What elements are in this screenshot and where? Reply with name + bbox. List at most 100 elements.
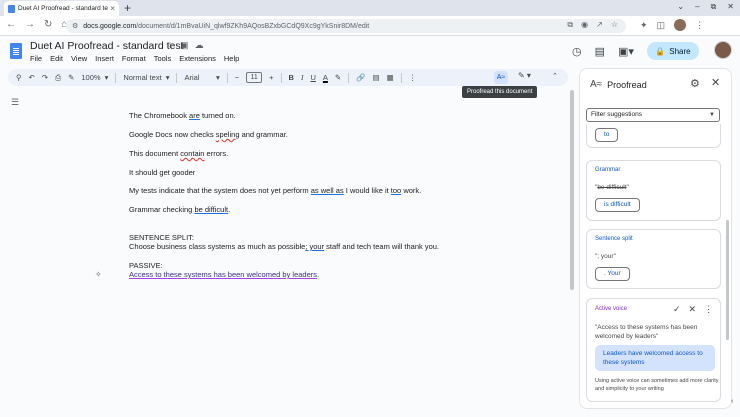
increase-font-size-button[interactable]: + bbox=[269, 73, 273, 82]
reload-icon[interactable]: ↻ bbox=[44, 19, 52, 30]
divider bbox=[280, 72, 282, 83]
suggestion-type-label: Active voice bbox=[595, 306, 628, 312]
editing-mode-icon[interactable]: ✎ ▾ bbox=[518, 71, 531, 80]
open-in-app-icon[interactable]: ⧉ bbox=[567, 20, 573, 30]
underline-button[interactable]: U bbox=[310, 73, 315, 82]
divider bbox=[226, 72, 228, 83]
accept-check-icon[interactable]: ✓ bbox=[673, 304, 681, 315]
gear-icon[interactable]: ⚙ bbox=[690, 77, 700, 90]
comments-icon[interactable]: ▤ bbox=[595, 45, 605, 58]
close-icon[interactable]: ✕ bbox=[711, 76, 720, 89]
menu-view[interactable]: View bbox=[71, 54, 87, 63]
move-folder-icon[interactable]: ▣ bbox=[180, 40, 189, 51]
scrollbar-thumb[interactable] bbox=[570, 90, 574, 290]
accept-suggestion-button[interactable]: Leaders have welcomed access to these sy… bbox=[595, 345, 715, 371]
chevron-down-icon: ▾ bbox=[165, 73, 170, 82]
site-info-icon[interactable]: ⚙ bbox=[72, 22, 78, 30]
font-select[interactable]: Arial ▾ bbox=[184, 73, 219, 82]
menu-help[interactable]: Help bbox=[224, 54, 239, 63]
doc-line: It should get gooder bbox=[129, 168, 196, 177]
grammar-error[interactable]: contain bbox=[180, 149, 204, 158]
forward-icon[interactable]: → bbox=[25, 19, 35, 30]
side-panel-icon[interactable]: ◫ bbox=[657, 20, 666, 31]
card-actions: ✓ ✕ ⋮ bbox=[673, 304, 713, 315]
proofread-icon[interactable]: A≈ bbox=[494, 71, 508, 84]
redo-icon[interactable]: ↷ bbox=[42, 73, 48, 82]
version-history-icon[interactable]: ◷ bbox=[572, 45, 582, 58]
add-comment-icon[interactable]: ▤ bbox=[373, 73, 380, 82]
filter-suggestions-select[interactable]: Filter suggestions ▼ bbox=[586, 108, 720, 122]
insert-link-icon[interactable]: 🔗 bbox=[356, 73, 365, 82]
paint-format-icon[interactable]: ✎ bbox=[68, 73, 74, 82]
spelling-error[interactable]: speling bbox=[216, 130, 240, 139]
new-tab-button[interactable]: + bbox=[124, 1, 131, 15]
eye-off-icon[interactable]: ◉ bbox=[581, 20, 588, 30]
print-icon[interactable]: ⎙ bbox=[55, 73, 61, 83]
grammar-error[interactable]: as well as bbox=[311, 186, 344, 195]
panel-scrollbar[interactable] bbox=[726, 220, 729, 340]
suggestion-card-active-voice[interactable]: Active voice ✓ ✕ ⋮ "Access to these syst… bbox=[586, 298, 721, 402]
italic-button[interactable]: I bbox=[301, 73, 304, 82]
address-bar[interactable]: ⚙ docs.google.com /document/d/1mBvaUiN_q… bbox=[66, 19, 626, 33]
suggestion-chip[interactable]: . Your bbox=[595, 267, 630, 281]
browser-menu-icon[interactable]: ⋮ bbox=[695, 20, 704, 31]
meet-icon[interactable]: ▣▾ bbox=[618, 45, 634, 58]
extensions-icon[interactable]: ✦ bbox=[640, 20, 648, 31]
undo-icon[interactable]: ↶ bbox=[29, 73, 35, 82]
search-menus-icon[interactable]: ⚲ bbox=[16, 73, 22, 82]
maximize-icon[interactable]: ⧉ bbox=[711, 2, 717, 12]
star-icon[interactable]: ☆ bbox=[166, 40, 174, 51]
cloud-status-icon[interactable]: ☁ bbox=[195, 40, 204, 51]
insert-image-icon[interactable]: ▦ bbox=[387, 73, 394, 82]
collapse-menus-icon[interactable]: ⌃ bbox=[552, 72, 558, 80]
profile-avatar[interactable] bbox=[674, 19, 687, 31]
text-color-button[interactable]: A bbox=[323, 73, 328, 82]
share-page-icon[interactable]: ↗ bbox=[596, 20, 603, 30]
back-icon[interactable]: ← bbox=[6, 19, 16, 30]
share-label: Share bbox=[669, 46, 691, 56]
tab-close-icon[interactable]: × bbox=[110, 4, 115, 13]
menu-edit[interactable]: Edit bbox=[50, 54, 63, 63]
account-avatar[interactable] bbox=[714, 41, 732, 59]
suggestion-type-label: Grammar bbox=[595, 167, 621, 173]
sentence-split-error[interactable]: ; your bbox=[305, 242, 324, 251]
document-scrollbar[interactable] bbox=[570, 90, 574, 390]
more-options-icon[interactable]: ⋮ bbox=[704, 304, 713, 315]
bookmark-star-icon[interactable]: ☆ bbox=[611, 20, 618, 30]
dismiss-close-icon[interactable]: ✕ bbox=[689, 304, 697, 315]
divider bbox=[348, 72, 350, 83]
formatting-toolbar: ⚲ ↶ ↷ ⎙ ✎ 100% ▾ Normal text ▾ Arial ▾ − 1… bbox=[8, 69, 568, 86]
suggestion-card[interactable]: to bbox=[586, 124, 721, 148]
more-options-icon[interactable]: ⋮ bbox=[409, 73, 417, 82]
suggestion-chip[interactable]: is difficult bbox=[595, 198, 640, 212]
browser-tab[interactable]: Duet AI Proofread - standard te… × bbox=[4, 1, 119, 16]
suggestion-card-grammar[interactable]: Grammar "be difficult" is difficult bbox=[586, 160, 721, 221]
tab-search-icon[interactable]: ⌄ bbox=[677, 2, 684, 12]
suggestion-chip[interactable]: to bbox=[595, 128, 619, 142]
zoom-select[interactable]: 100% ▾ bbox=[81, 73, 108, 82]
share-button[interactable]: 🔒 Share bbox=[646, 42, 699, 60]
bold-button[interactable]: B bbox=[289, 73, 294, 82]
menu-file[interactable]: File bbox=[30, 54, 42, 63]
document-outline-icon[interactable]: ☰ bbox=[11, 97, 19, 108]
chevron-left-icon[interactable]: ‹ bbox=[731, 398, 733, 405]
window-close-icon[interactable]: ✕ bbox=[727, 2, 734, 12]
menu-extensions[interactable]: Extensions bbox=[179, 54, 216, 63]
docs-logo-icon[interactable] bbox=[10, 43, 22, 59]
menu-format[interactable]: Format bbox=[122, 54, 146, 63]
panel-header: A≈ Proofread bbox=[590, 79, 647, 90]
active-voice-error[interactable]: Access to these systems has been welcome… bbox=[129, 270, 317, 279]
menu-tools[interactable]: Tools bbox=[154, 54, 172, 63]
decrease-font-size-button[interactable]: − bbox=[235, 73, 239, 82]
style-select[interactable]: Normal text ▾ bbox=[123, 73, 169, 82]
font-size-input[interactable]: 11 bbox=[246, 72, 263, 83]
grammar-error[interactable]: too bbox=[391, 186, 401, 195]
suggestion-card-sentence-split[interactable]: Sentence split "; your" . Your bbox=[586, 229, 721, 289]
minimize-icon[interactable]: – bbox=[695, 2, 699, 12]
menu-insert[interactable]: Insert bbox=[95, 54, 114, 63]
highlight-icon[interactable]: ✎ bbox=[335, 73, 341, 82]
grammar-error[interactable]: are bbox=[189, 111, 200, 120]
magic-wand-icon[interactable]: ✧ bbox=[95, 270, 102, 279]
document-title[interactable]: Duet AI Proofread - standard test bbox=[30, 40, 184, 52]
grammar-error[interactable]: be difficult bbox=[194, 205, 228, 214]
